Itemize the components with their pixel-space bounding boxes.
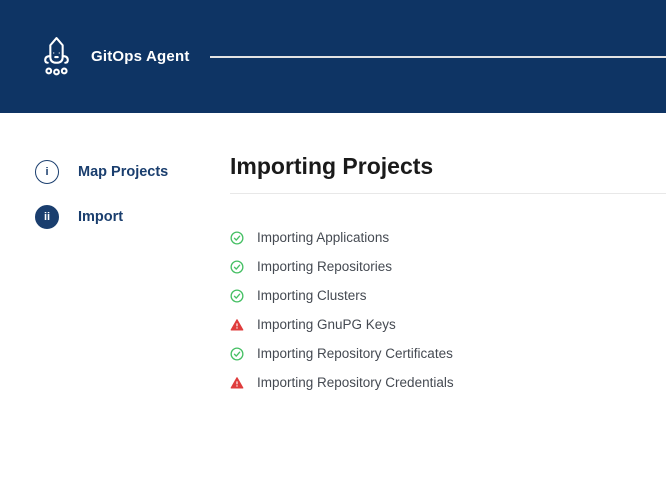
title-divider-line [230, 193, 666, 194]
step-number-badge: ii [35, 205, 59, 229]
app-title: GitOps Agent [91, 48, 190, 65]
warning-triangle-icon [230, 376, 244, 390]
octopus-logo-icon [38, 37, 75, 77]
task-row: Importing GnuPG Keys [230, 310, 666, 339]
task-label: Importing Clusters [257, 288, 367, 303]
page-title: Importing Projects [230, 152, 666, 181]
sidebar-step-import[interactable]: ii Import [35, 205, 230, 229]
step-number-badge: i [35, 160, 59, 184]
app-header: GitOps Agent [0, 0, 666, 113]
page-body: i Map Projects ii Import Importing Proje… [0, 113, 666, 483]
step-label: Map Projects [78, 164, 168, 180]
task-label: Importing Repositories [257, 259, 392, 274]
wizard-steps-sidebar: i Map Projects ii Import [0, 113, 230, 483]
import-task-list: Importing Applications Importing Reposit… [230, 223, 666, 397]
task-row: Importing Repository Credentials [230, 368, 666, 397]
warning-triangle-icon [230, 318, 244, 332]
task-label: Importing GnuPG Keys [257, 317, 396, 332]
task-row: Importing Clusters [230, 281, 666, 310]
check-circle-icon [230, 289, 244, 303]
main-content: Importing Projects Importing Application… [230, 113, 666, 483]
step-label: Import [78, 209, 123, 225]
task-label: Importing Repository Credentials [257, 375, 454, 390]
check-circle-icon [230, 347, 244, 361]
header-divider-line [210, 56, 666, 58]
task-row: Importing Applications [230, 223, 666, 252]
gitops-agent-window: GitOps Agent i Map Projects ii Import Im… [0, 0, 666, 483]
step-numeral: i [45, 166, 48, 178]
sidebar-step-map-projects[interactable]: i Map Projects [35, 160, 230, 184]
task-label: Importing Applications [257, 230, 389, 245]
step-numeral: ii [44, 211, 50, 223]
task-label: Importing Repository Certificates [257, 346, 453, 361]
task-row: Importing Repository Certificates [230, 339, 666, 368]
check-circle-icon [230, 260, 244, 274]
task-row: Importing Repositories [230, 252, 666, 281]
check-circle-icon [230, 231, 244, 245]
